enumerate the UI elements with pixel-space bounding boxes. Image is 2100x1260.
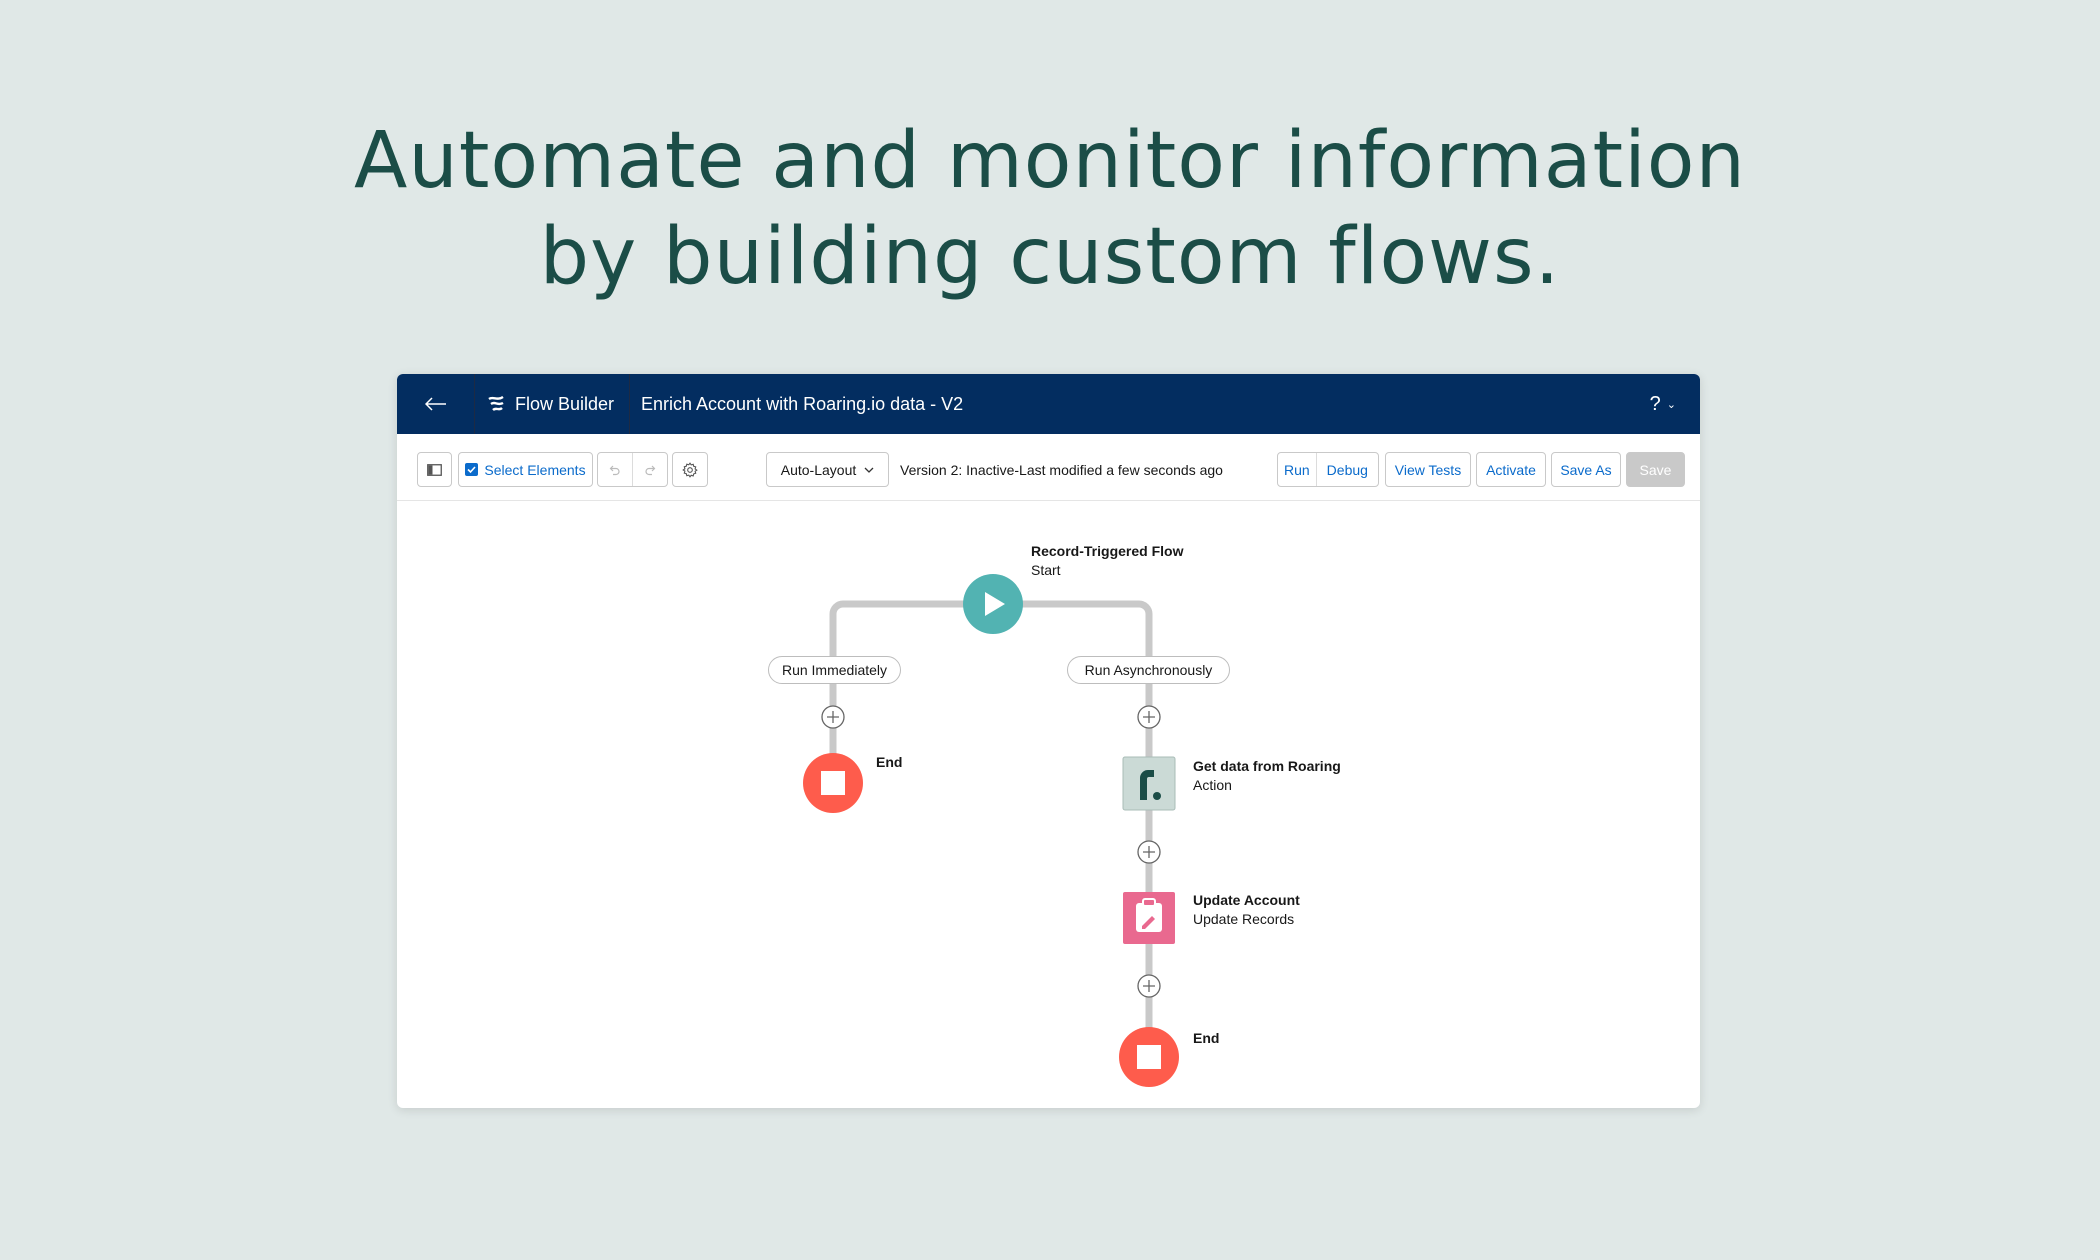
undo-icon	[609, 465, 620, 475]
back-button[interactable]	[397, 374, 474, 434]
help-menu-button[interactable]: ? ⌄	[1650, 374, 1676, 434]
connector-left	[829, 600, 993, 783]
start-node-subtitle: Start	[1031, 562, 1061, 578]
settings-button[interactable]	[672, 452, 708, 487]
end-node[interactable]	[803, 753, 863, 813]
debug-button[interactable]: Debug	[1317, 453, 1378, 486]
flow-canvas[interactable]: Record-Triggered Flow Start Run Immediat…	[397, 501, 1700, 1108]
end-node-title: End	[876, 754, 903, 770]
stop-icon	[1137, 1045, 1161, 1069]
hero-line-2: by building custom flows.	[539, 212, 1561, 302]
save-button[interactable]: Save	[1626, 452, 1685, 487]
header-bar: Flow Builder Enrich Account with Roaring…	[397, 374, 1700, 434]
select-elements-label: Select Elements	[484, 461, 586, 478]
update-node-title: Update Account	[1193, 892, 1300, 908]
hero-heading: Automate and monitor information by buil…	[0, 113, 2100, 305]
redo-icon	[645, 465, 656, 475]
panel-toggle-icon	[427, 463, 442, 476]
add-element-button[interactable]	[1137, 974, 1161, 998]
gear-icon	[682, 461, 698, 478]
activate-button[interactable]: Activate	[1476, 452, 1546, 487]
flow-builder-window: Flow Builder Enrich Account with Roaring…	[397, 374, 1700, 1108]
app-name: Flow Builder	[487, 374, 614, 434]
end-node-title: End	[1193, 1030, 1220, 1046]
branch-label-run-immediately[interactable]: Run Immediately	[768, 656, 901, 684]
header-divider	[629, 374, 630, 434]
flow-diagram	[803, 574, 1179, 1087]
action-node-title: Get data from Roaring	[1193, 758, 1341, 774]
action-node-label: Get data from Roaring Action	[1193, 757, 1341, 795]
flow-title: Enrich Account with Roaring.io data - V2	[641, 393, 964, 414]
end-node-label: End	[1193, 1029, 1219, 1048]
hero-line-1: Automate and monitor information	[354, 116, 1746, 206]
start-node-label: Record-Triggered Flow Start	[1031, 542, 1183, 580]
end-node-label: End	[876, 753, 902, 772]
stop-icon	[821, 771, 845, 795]
run-button[interactable]: Run	[1278, 453, 1316, 486]
start-node-title: Record-Triggered Flow	[1031, 543, 1184, 559]
end-node[interactable]	[1119, 1027, 1179, 1087]
flow-icon	[488, 395, 504, 411]
undo-button[interactable]	[598, 453, 632, 486]
toggle-panel-button[interactable]	[417, 452, 452, 487]
layout-select-value: Auto-Layout	[780, 461, 857, 478]
clipboard-edit-icon	[1136, 898, 1162, 932]
help-icon: ?	[1649, 392, 1661, 415]
undo-redo-group	[597, 452, 668, 487]
save-as-button[interactable]: Save As	[1551, 452, 1621, 487]
update-records-node[interactable]	[1123, 892, 1175, 944]
run-debug-group: Run Debug	[1277, 452, 1379, 487]
chevron-down-icon: ⌄	[1666, 398, 1676, 411]
layout-select[interactable]: Auto-Layout	[766, 452, 889, 487]
start-node[interactable]	[963, 574, 1023, 634]
select-elements-button[interactable]: Select Elements	[458, 452, 593, 487]
action-node-subtitle: Action	[1193, 777, 1232, 793]
add-element-button[interactable]	[821, 705, 845, 729]
app-name-label: Flow Builder	[515, 393, 615, 414]
version-status: Version 2: Inactive-Last modified a few …	[900, 461, 1223, 478]
chevron-down-icon	[864, 467, 874, 473]
action-node-roaring[interactable]	[1122, 756, 1176, 811]
add-element-button[interactable]	[1137, 840, 1161, 864]
branch-label-run-asynchronously[interactable]: Run Asynchronously	[1067, 656, 1230, 684]
toolbar: Select Elements Auto-Layout Version 2: I…	[397, 434, 1700, 501]
redo-button[interactable]	[633, 453, 667, 486]
add-element-button[interactable]	[1137, 705, 1161, 729]
update-node-subtitle: Update Records	[1193, 911, 1295, 927]
checkbox-icon	[465, 463, 479, 476]
header-divider	[474, 374, 475, 434]
view-tests-button[interactable]: View Tests	[1385, 452, 1471, 487]
arrow-left-icon	[424, 397, 446, 411]
update-node-label: Update Account Update Records	[1193, 891, 1300, 929]
